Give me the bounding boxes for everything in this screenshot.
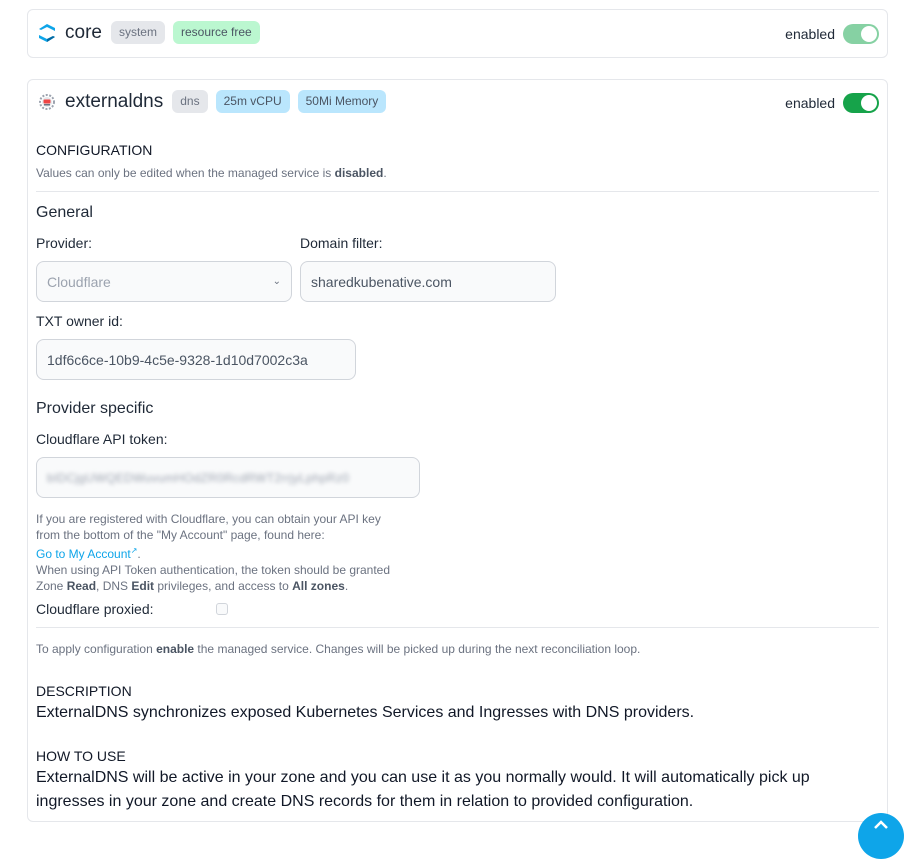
help-text: , DNS bbox=[96, 579, 132, 593]
externaldns-logo-icon bbox=[37, 92, 57, 112]
divider bbox=[36, 627, 879, 628]
txt-owner-label: TXT owner id: bbox=[36, 313, 123, 329]
configuration-heading: CONFIGURATION bbox=[36, 142, 153, 158]
apply-text: To apply configuration bbox=[36, 642, 157, 656]
chevron-up-icon bbox=[874, 820, 888, 829]
toggle-knob bbox=[861, 95, 877, 111]
badge-system: system bbox=[110, 21, 165, 44]
general-heading: General bbox=[36, 204, 93, 221]
core-header: core system resource free bbox=[37, 21, 268, 44]
txt-owner-value: 1df6c6ce-10b9-4c5e-9328-1d10d7002c3a bbox=[47, 351, 308, 368]
api-token-label: Cloudflare API token: bbox=[36, 431, 168, 447]
help-link-line: Go to My Account↗. bbox=[36, 546, 141, 561]
help-bold: Read bbox=[66, 579, 97, 593]
floating-help-button[interactable] bbox=[858, 813, 904, 859]
core-toggle-wrap: enabled bbox=[785, 24, 879, 44]
provider-value: Cloudflare bbox=[47, 273, 111, 290]
link-text: Go to My Account bbox=[36, 547, 131, 561]
toggle-knob bbox=[861, 26, 877, 42]
help-text: privileges, and access to bbox=[154, 579, 293, 593]
externaldns-service-card: externaldns dns 25m vCPU 50Mi Memory ena… bbox=[27, 79, 888, 822]
domain-filter-value: sharedkubenative.com bbox=[311, 273, 452, 290]
proxied-label: Cloudflare proxied: bbox=[36, 601, 154, 617]
externaldns-header: externaldns dns 25m vCPU 50Mi Memory bbox=[37, 90, 394, 113]
externaldns-enabled-toggle[interactable] bbox=[843, 93, 879, 113]
badge-vcpu: 25m vCPU bbox=[215, 90, 290, 113]
help-bold: All zones bbox=[292, 579, 345, 593]
core-enabled-toggle[interactable] bbox=[843, 24, 879, 44]
how-to-use-heading: HOW TO USE bbox=[36, 748, 126, 764]
configuration-note: Values can only be edited when the manag… bbox=[36, 166, 387, 180]
apply-text: the managed service. Changes will be pic… bbox=[194, 642, 641, 656]
externaldns-toggle-wrap: enabled bbox=[785, 93, 879, 113]
help-text: Zone bbox=[36, 579, 67, 593]
go-to-my-account-link[interactable]: Go to My Account↗ bbox=[36, 546, 138, 561]
help-line: If you are registered with Cloudflare, y… bbox=[36, 512, 381, 526]
badge-dns: dns bbox=[172, 90, 208, 113]
help-line: Zone Read, DNS Edit privileges, and acce… bbox=[36, 578, 436, 594]
domain-filter-input[interactable]: sharedkubenative.com bbox=[300, 261, 556, 302]
externaldns-title: externaldns bbox=[65, 90, 164, 112]
txt-owner-input[interactable]: 1df6c6ce-10b9-4c5e-9328-1d10d7002c3a bbox=[36, 339, 356, 380]
note-bold: disabled bbox=[334, 166, 384, 180]
help-line: from the bottom of the "My Account" page… bbox=[36, 528, 325, 542]
description-text: ExternalDNS synchronizes exposed Kuberne… bbox=[36, 704, 695, 721]
note-suffix: . bbox=[383, 166, 387, 180]
badge-resource-free: resource free bbox=[172, 21, 260, 44]
domain-filter-label: Domain filter: bbox=[300, 235, 383, 251]
help-line: When using API Token authentication, the… bbox=[36, 563, 391, 577]
provider-select[interactable]: Cloudflare ⌄ bbox=[36, 261, 292, 302]
api-token-input[interactable]: bIDCjgUWQEDWuvumHOdZR0RcdRWT2rrjyLphpRz0 bbox=[36, 457, 420, 498]
external-link-icon: ↗ bbox=[130, 546, 138, 555]
provider-label: Provider: bbox=[36, 235, 93, 251]
proxied-checkbox[interactable] bbox=[216, 603, 228, 615]
note-text: Values can only be edited when the manag… bbox=[36, 166, 335, 180]
divider bbox=[36, 191, 879, 192]
help-bold: Edit bbox=[131, 579, 155, 593]
apply-bold: enable bbox=[156, 642, 195, 656]
description-heading: DESCRIPTION bbox=[36, 683, 132, 699]
core-logo-icon bbox=[37, 23, 57, 43]
help-text: . bbox=[344, 579, 349, 593]
core-toggle-label: enabled bbox=[785, 26, 835, 42]
chevron-down-icon: ⌄ bbox=[272, 276, 281, 287]
core-service-card: core system resource free enabled bbox=[27, 9, 888, 58]
badge-memory: 50Mi Memory bbox=[297, 90, 387, 113]
externaldns-toggle-label: enabled bbox=[785, 95, 835, 111]
provider-specific-heading: Provider specific bbox=[36, 400, 154, 417]
api-token-value: bIDCjgUWQEDWuvumHOdZR0RcdRWT2rrjyLphpRz0 bbox=[47, 470, 350, 485]
core-title: core bbox=[65, 21, 102, 43]
api-token-help: If you are registered with Cloudflare, y… bbox=[36, 511, 436, 594]
apply-note: To apply configuration enable the manage… bbox=[36, 642, 640, 656]
how-to-use-text: ExternalDNS will be active in your zone … bbox=[36, 769, 810, 810]
